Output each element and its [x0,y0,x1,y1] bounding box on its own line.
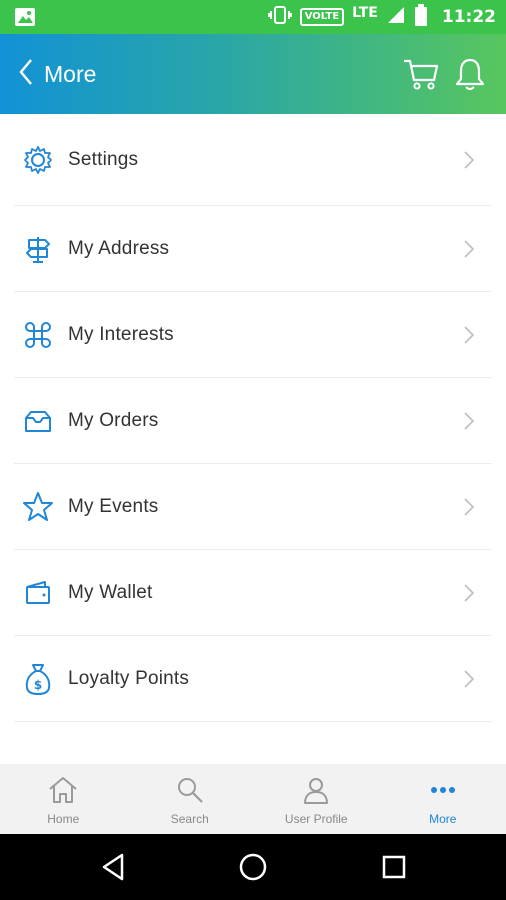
chevron-right-icon [462,669,476,689]
tab-label: More [429,812,457,826]
back-chevron-icon [18,58,34,90]
menu-item-my-address[interactable]: My Address [14,206,492,292]
menu-item-label: My Address [68,237,170,259]
signal-icon [386,5,406,29]
star-icon [22,491,54,523]
tab-more[interactable]: More [380,764,506,834]
nav-recents-button[interactable] [378,851,410,883]
menu-item-my-wallet[interactable]: My Wallet [14,550,492,636]
volte-badge: VOLTE [299,8,345,26]
tab-user-profile[interactable]: User Profile [253,764,380,834]
gear-icon [22,144,54,176]
user-icon [300,774,332,806]
nav-back-button[interactable] [98,851,130,883]
command-icon [22,319,54,351]
menu-item-label: My Wallet [68,581,153,603]
menu-item-label: Loyalty Points [68,667,190,689]
wallet-icon [22,577,54,609]
chevron-right-icon [462,150,476,170]
menu-item-label: My Events [68,495,159,517]
svg-text:$: $ [34,678,42,692]
more-dots-icon [427,774,459,806]
network-type-label: LTE [352,5,378,21]
bottom-tab-bar: Home Search User Profile More [0,764,506,834]
menu-item-label: My Interests [68,323,174,345]
menu-item-label: Settings [68,148,139,170]
menu-item-settings[interactable]: Settings [14,114,492,206]
tab-label: Search [170,812,209,826]
envelope-tray-icon [22,405,54,437]
square-recents-icon [378,855,410,887]
back-button[interactable]: More [18,58,110,90]
battery-icon [414,4,428,30]
chevron-right-icon [462,583,476,603]
chevron-right-icon [462,411,476,431]
clock: 11:22 [441,7,496,27]
tab-home[interactable]: Home [0,764,127,834]
system-navigation-bar [0,834,506,900]
search-icon [174,774,206,806]
circle-home-icon [237,853,269,887]
status-bar: VOLTE LTE 11:22 [0,0,506,34]
menu-item-label: My Orders [68,409,159,431]
menu-item-my-events[interactable]: My Events [14,464,492,550]
nav-home-button[interactable] [237,851,269,883]
menu-item-my-interests[interactable]: My Interests [14,292,492,378]
home-icon [47,774,79,806]
image-notification-icon [14,7,36,27]
cart-icon [402,59,440,96]
cart-button[interactable] [402,56,440,92]
app-bar: More [0,34,506,114]
triangle-back-icon [98,853,130,887]
vibrate-icon [267,5,292,29]
page-title: More [44,60,97,87]
chevron-right-icon [462,325,476,345]
bell-icon [452,58,488,96]
signpost-icon [22,233,54,265]
money-bag-icon: $ [22,663,54,695]
tab-label: Home [47,812,80,826]
chevron-right-icon [462,239,476,259]
menu-item-my-orders[interactable]: My Orders [14,378,492,464]
more-menu-list: Settings My Address My Interests My Orde… [0,114,506,722]
tab-label: User Profile [284,812,348,826]
notifications-button[interactable] [452,56,488,92]
tab-search[interactable]: Search [127,764,254,834]
menu-item-loyalty-points[interactable]: $ Loyalty Points [14,636,492,722]
chevron-right-icon [462,497,476,517]
